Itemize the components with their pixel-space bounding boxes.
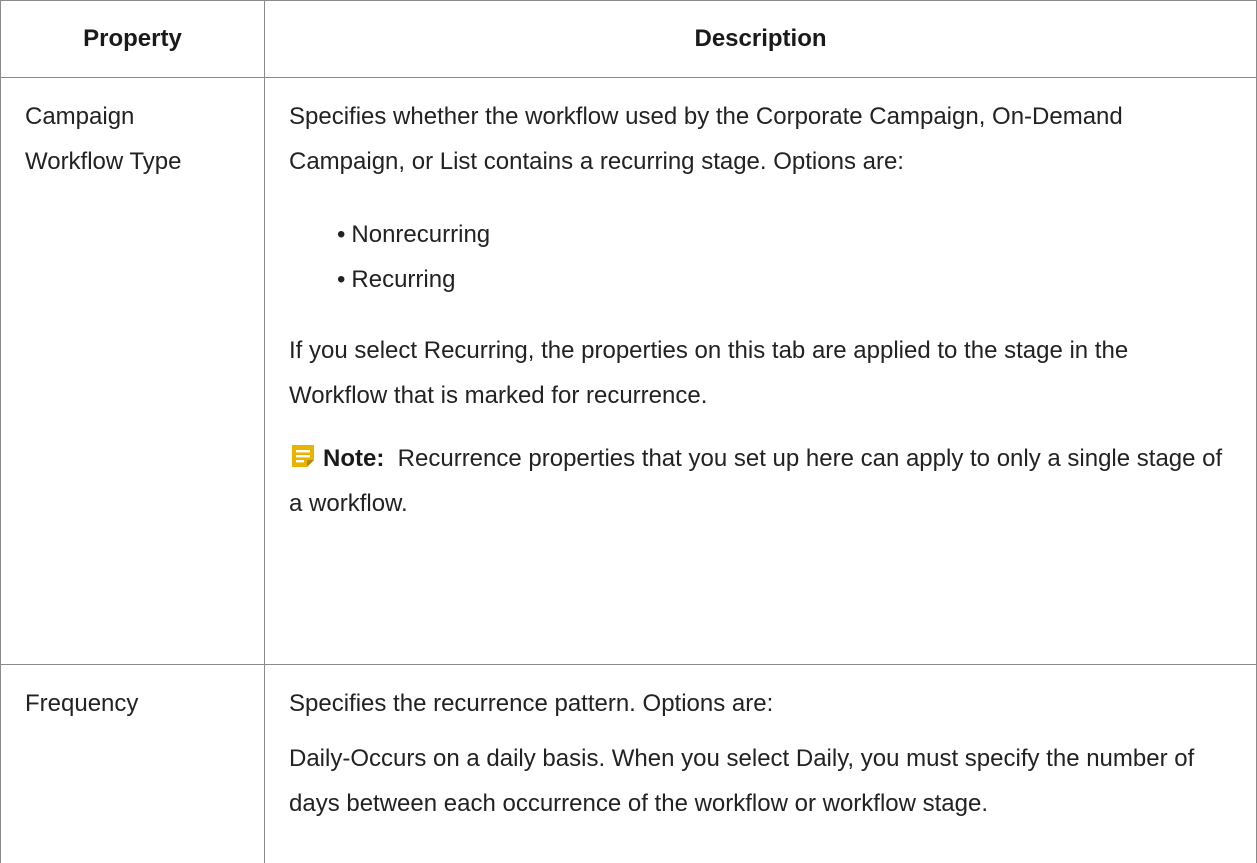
description-cell: Specifies the recurrence pattern. Option… — [265, 665, 1256, 863]
property-cell: Campaign Workflow Type — [1, 78, 265, 664]
table-row: Frequency Specifies the recurrence patte… — [1, 665, 1256, 863]
option-label: Recurring — [351, 266, 456, 293]
option-label: Nonrecurring — [351, 221, 491, 248]
property-cell: Frequency — [1, 665, 265, 863]
properties-table: Property Description Campaign Workflow T… — [0, 0, 1257, 863]
header-property: Property — [1, 1, 265, 77]
header-description: Description — [694, 25, 827, 52]
options-list: • Nonrecurring • Recurring — [289, 212, 1232, 302]
description-cell: Specifies whether the workflow used by t… — [265, 78, 1256, 664]
note-text: Recurrence properties that you set up he… — [289, 445, 1223, 517]
note: Note: Recurrence properties that you set… — [289, 436, 1232, 526]
list-item: • Nonrecurring — [337, 221, 491, 248]
detail-text: Daily-Occurs on a daily basis. When you … — [289, 745, 1195, 817]
table-header-row: Property Description — [1, 0, 1256, 78]
table-row: Campaign Workflow Type Specifies whether… — [1, 78, 1256, 665]
note-label: Note: — [323, 445, 385, 472]
property-name: Campaign Workflow Type — [25, 103, 182, 175]
detail-text: If you select Recurring, the properties … — [289, 337, 1129, 409]
property-name: Frequency — [25, 690, 139, 717]
description-text: Specifies whether the workflow used by t… — [289, 103, 1123, 175]
list-item: • Recurring — [337, 266, 456, 293]
note-icon — [289, 440, 317, 468]
description-text: Specifies the recurrence pattern. Option… — [289, 690, 774, 717]
